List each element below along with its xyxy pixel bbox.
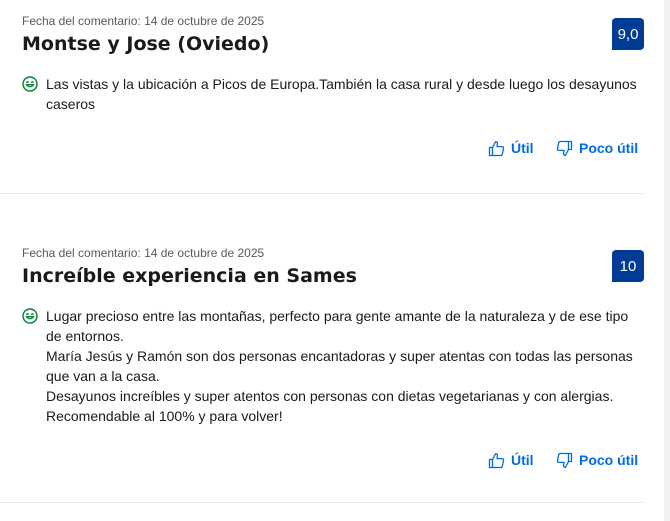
scrollbar-track[interactable] <box>664 0 670 521</box>
review-date: Fecha del comentario: 14 de octubre de 2… <box>22 246 265 260</box>
helpful-label: Útil <box>511 452 534 468</box>
thumbs-up-icon <box>488 140 505 156</box>
review-text-line: Recomendable al 100% y para volver! <box>46 408 283 424</box>
not-helpful-button[interactable]: Poco útil <box>556 138 638 158</box>
review-date: Fecha del comentario: 14 de octubre de 2… <box>22 14 265 28</box>
thumbs-up-icon <box>488 452 505 468</box>
not-helpful-button[interactable]: Poco útil <box>556 450 638 470</box>
divider <box>0 502 644 503</box>
review-text-line: Desayunos increíbles y super atentos con… <box>46 388 614 404</box>
review-text-line: Las vistas y la ubicación a Picos de Eur… <box>46 76 637 112</box>
helpful-label: Útil <box>511 140 534 156</box>
review-positive-text: Lugar precioso entre las montañas, perfe… <box>46 306 644 426</box>
review-text-line: María Jesús y Ramón son dos personas enc… <box>46 348 633 384</box>
not-helpful-label: Poco útil <box>579 452 639 468</box>
review-score-badge: 9,0 <box>612 18 644 50</box>
review-positive-text: Las vistas y la ubicación a Picos de Eur… <box>46 74 644 114</box>
review-card: Fecha del comentario: 14 de octubre de 2… <box>0 232 644 502</box>
review-title: Increíble experiencia en Sames <box>22 265 357 287</box>
review-title: Montse y Jose (Oviedo) <box>22 33 270 55</box>
thumbs-down-icon <box>556 140 573 156</box>
divider <box>0 193 644 194</box>
helpful-button[interactable]: Útil <box>488 450 534 470</box>
thumbs-down-icon <box>556 452 573 468</box>
review-score-badge: 10 <box>612 250 644 282</box>
helpful-button[interactable]: Útil <box>488 138 534 158</box>
smile-icon <box>22 308 38 324</box>
review-card: Fecha del comentario: 14 de octubre de 2… <box>0 0 644 193</box>
review-text-line: Lugar precioso entre las montañas, perfe… <box>46 308 629 344</box>
smile-icon <box>22 76 38 92</box>
not-helpful-label: Poco útil <box>579 140 639 156</box>
